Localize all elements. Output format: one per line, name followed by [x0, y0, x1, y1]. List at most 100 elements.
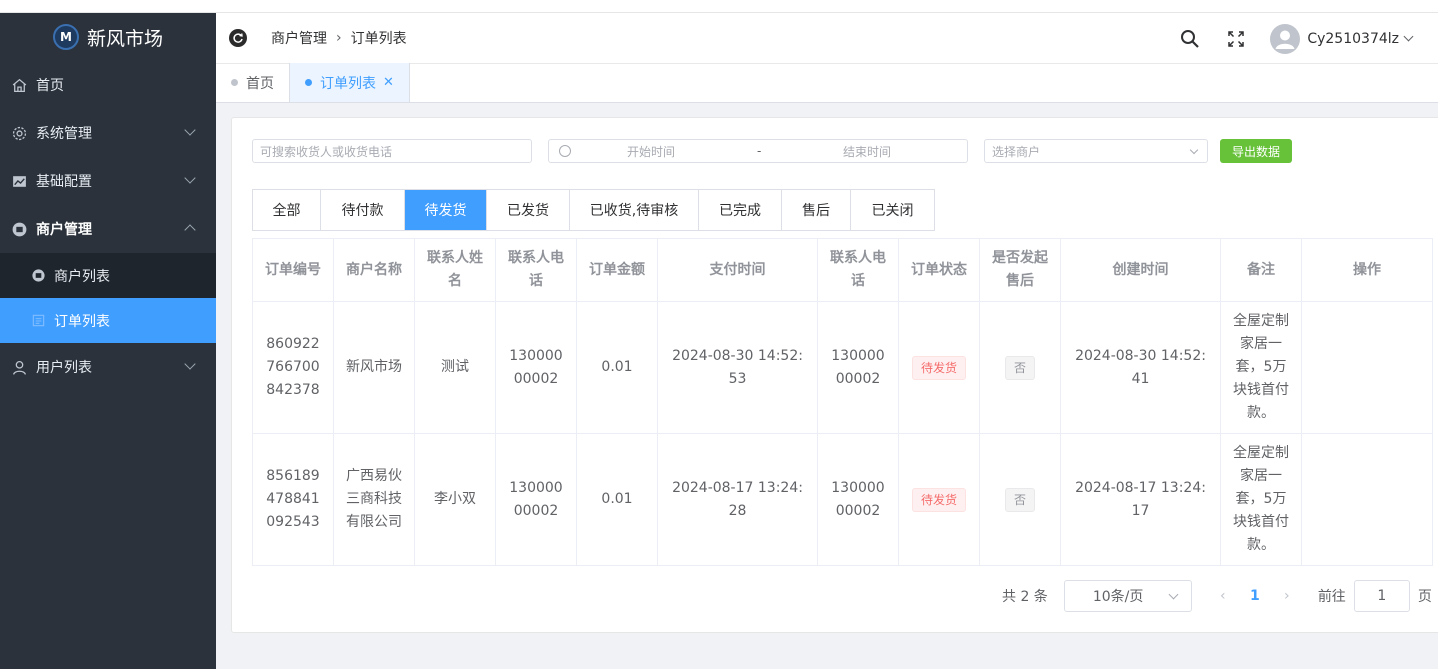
after-sales-cell: 否: [979, 433, 1061, 566]
chevron-down-icon[interactable]: [1403, 31, 1414, 42]
tab-after-sales[interactable]: 售后: [782, 190, 851, 230]
tag-label: 订单列表: [320, 75, 376, 92]
merchant-list-icon: [30, 268, 46, 284]
avatar[interactable]: [1270, 23, 1301, 54]
sidebar-item-user-list[interactable]: 用户列表: [0, 343, 216, 391]
column-header: 商户名称: [333, 238, 415, 302]
tab-completed[interactable]: 已完成: [699, 190, 782, 230]
username[interactable]: Cy2510374lz: [1307, 31, 1399, 47]
sidebar-item-label: 基础配置: [36, 174, 92, 190]
sidebar-item-label: 首页: [36, 78, 64, 94]
close-icon[interactable]: ✕: [383, 75, 394, 90]
column-header: 操作: [1301, 238, 1433, 302]
column-header: 支付时间: [657, 238, 818, 302]
status-badge: 待发货: [911, 487, 966, 512]
tab-all[interactable]: 全部: [253, 190, 321, 230]
created-time: 2024-08-30 14:52:41: [1060, 301, 1221, 434]
contact-phone: 13000000002: [817, 433, 899, 566]
search-input[interactable]: 可搜索收货人或收货电话: [252, 139, 532, 163]
clock-icon: [559, 145, 571, 157]
after-sales-badge: 否: [1004, 487, 1035, 512]
logo-icon: M: [52, 24, 79, 50]
column-header: 联系人电话: [817, 238, 899, 302]
page-unit-label: 页: [1417, 589, 1432, 605]
order-status-cell: 待发货: [898, 433, 980, 566]
merchant-icon: [10, 220, 28, 238]
search-icon[interactable]: [1178, 27, 1202, 51]
next-page-button[interactable]: ›: [1272, 588, 1302, 604]
page-number[interactable]: 1: [1240, 588, 1270, 604]
page-size-select[interactable]: 10条/页: [1063, 580, 1192, 612]
order-number: 860922766700842378: [252, 301, 334, 434]
chevron-down-icon: [184, 358, 196, 370]
main-content: 可搜索收货人或收货电话 开始时间 - 结束时间 选择商户 导出数据 全部 待付款…: [216, 103, 1438, 669]
column-header: 订单金额: [576, 238, 658, 302]
remark: 全屋定制家居一套，5万块钱首付款。: [1220, 301, 1302, 434]
actions-cell: [1301, 433, 1433, 566]
chevron-down-icon: [184, 124, 196, 136]
sidebar-item-system[interactable]: 系统管理: [0, 109, 216, 157]
gear-icon: [10, 124, 28, 142]
range-separator: -: [757, 144, 762, 158]
sidebar-item-order-list[interactable]: 订单列表: [0, 298, 216, 343]
end-date-placeholder[interactable]: 结束时间: [843, 143, 891, 160]
remark: 全屋定制家居一套，5万块钱首付款。: [1220, 433, 1302, 566]
column-header: 联系人电话: [495, 238, 577, 302]
sidebar-item-merchant-list[interactable]: 商户列表: [0, 253, 216, 298]
tab-pending-payment[interactable]: 待付款: [321, 190, 405, 230]
date-range-picker[interactable]: 开始时间 - 结束时间: [548, 139, 968, 163]
fullscreen-icon[interactable]: [1224, 27, 1248, 51]
chevron-up-icon: [184, 224, 196, 236]
after-sales-cell: 否: [979, 301, 1061, 434]
top-strip: [0, 0, 1438, 13]
chevron-down-icon: [1168, 589, 1179, 600]
logo[interactable]: M 新风市场: [0, 13, 216, 61]
merchant-select-placeholder: 选择商户: [992, 144, 1041, 159]
table-row: 860922766700842378 新风市场 测试 13000000002 0…: [252, 301, 1433, 434]
goto-label: 前往: [1317, 589, 1346, 605]
tab-pending-shipment[interactable]: 待发货: [405, 190, 487, 230]
breadcrumb-separator-icon: ›: [336, 30, 342, 46]
chevron-down-icon: [1189, 145, 1199, 155]
tab-shipped[interactable]: 已发货: [487, 190, 570, 230]
tag-label: 首页: [246, 75, 274, 92]
order-card: 可搜索收货人或收货电话 开始时间 - 结束时间 选择商户 导出数据 全部 待付款…: [231, 117, 1438, 633]
merchant-name: 新风市场: [333, 301, 415, 434]
column-header: 联系人姓名: [414, 238, 496, 302]
chart-icon: [10, 172, 28, 190]
tab-received-pending-review[interactable]: 已收货,待审核: [570, 190, 699, 230]
actions-cell: [1301, 301, 1433, 434]
order-table: 订单编号 商户名称 联系人姓名 联系人电话 订单金额 支付时间 联系人电话 订单…: [252, 238, 1433, 566]
contact-name: 李小双: [414, 433, 496, 566]
column-header: 订单编号: [252, 238, 334, 302]
prev-page-button[interactable]: ‹: [1208, 588, 1238, 604]
breadcrumb: 商户管理 › 订单列表: [271, 28, 407, 48]
sidebar-item-basic-config[interactable]: 基础配置: [0, 157, 216, 205]
start-date-placeholder[interactable]: 开始时间: [627, 143, 675, 160]
created-time: 2024-08-17 13:24:17: [1060, 433, 1221, 566]
column-header: 备注: [1220, 238, 1302, 302]
contact-name: 测试: [414, 301, 496, 434]
tag-home[interactable]: 首页: [216, 63, 289, 102]
tab-closed[interactable]: 已关闭: [851, 190, 934, 230]
pagination: 共 2 条 10条/页 ‹ 1 › 前往 1 页: [1002, 580, 1432, 612]
header: 商户管理 › 订单列表 Cy2510374lz: [216, 13, 1438, 64]
sidebar: M 新风市场 首页 系统管理 基础配置 商户管理 商户列表 订单列表 用户列表: [0, 13, 216, 669]
merchant-select[interactable]: 选择商户: [984, 139, 1208, 163]
header-actions: Cy2510374lz: [1178, 13, 1438, 64]
contact-phone: 13000000002: [495, 433, 577, 566]
tags-view: 首页 订单列表 ✕: [216, 63, 1438, 103]
after-sales-badge: 否: [1004, 355, 1035, 380]
chevron-down-icon: [184, 172, 196, 184]
export-button[interactable]: 导出数据: [1220, 139, 1292, 163]
refresh-icon[interactable]: [229, 29, 247, 47]
order-list-icon: [30, 313, 46, 329]
tag-order-list[interactable]: 订单列表 ✕: [289, 63, 410, 102]
sidebar-item-home[interactable]: 首页: [0, 61, 216, 109]
status-tabs: 全部 待付款 待发货 已发货 已收货,待审核 已完成 售后 已关闭: [252, 189, 935, 231]
goto-page-input[interactable]: 1: [1353, 580, 1410, 612]
sidebar-item-merchant-management[interactable]: 商户管理: [0, 205, 216, 253]
table-header-row: 订单编号 商户名称 联系人姓名 联系人电话 订单金额 支付时间 联系人电话 订单…: [252, 238, 1433, 302]
sidebar-item-label: 用户列表: [36, 360, 92, 376]
breadcrumb-item[interactable]: 商户管理: [271, 28, 327, 48]
